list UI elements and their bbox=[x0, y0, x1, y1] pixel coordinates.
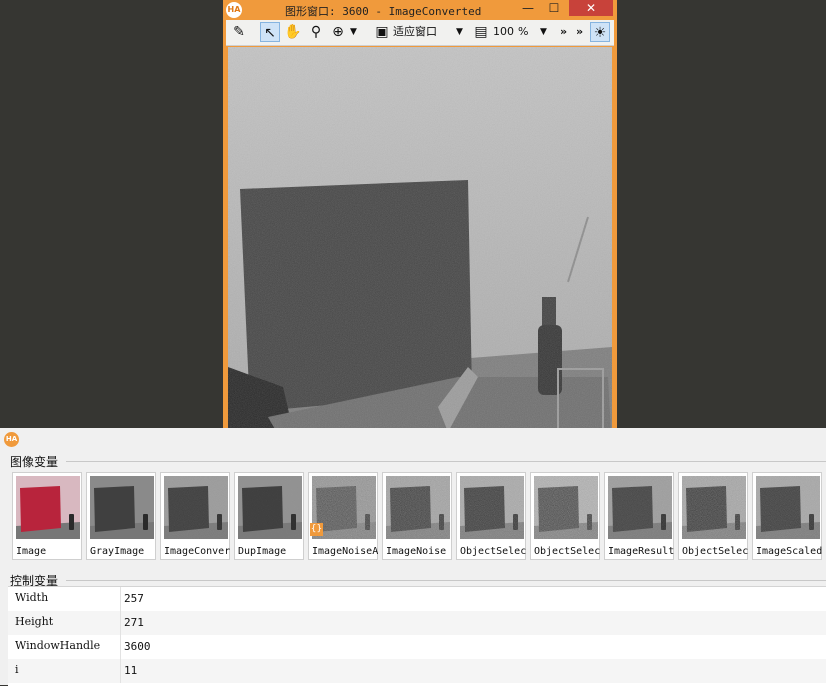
image-variable-thumbnail[interactable]: ObjectSelected bbox=[456, 472, 526, 560]
control-variables-table: Width 257 Height 271 WindowHandle 3600 i 11 bbox=[8, 586, 826, 686]
more-tools-button-2[interactable]: » bbox=[576, 22, 583, 42]
fit-window-label[interactable]: 适应窗口 bbox=[393, 22, 437, 42]
thumbnail-image bbox=[460, 476, 524, 539]
more-tools-button[interactable]: » bbox=[560, 22, 567, 42]
control-variables-divider bbox=[66, 580, 826, 581]
zoom-icon[interactable]: ⚲ bbox=[306, 22, 326, 42]
thumbnail-image bbox=[16, 476, 80, 539]
control-variable-row[interactable]: Height 271 bbox=[8, 611, 826, 635]
lightbulb-icon[interactable]: ☀ bbox=[590, 22, 610, 42]
thumbnail-image bbox=[164, 476, 228, 539]
close-button[interactable]: ✕ bbox=[569, 0, 613, 16]
zoom-percent-icon[interactable]: ▤ bbox=[471, 22, 491, 42]
column-separator bbox=[120, 659, 121, 683]
column-separator bbox=[120, 635, 121, 659]
thumbnail-image bbox=[386, 476, 450, 539]
halcon-logo-icon: HA bbox=[226, 2, 242, 18]
image-variable-thumbnail[interactable]: DupImage bbox=[234, 472, 304, 560]
image-variable-thumbnail[interactable]: ObjectSelected1 bbox=[530, 472, 600, 560]
thumbnail-image bbox=[534, 476, 598, 539]
control-variable-row[interactable]: Width 257 bbox=[8, 587, 826, 611]
image-variable-thumbnail[interactable]: GrayImage bbox=[86, 472, 156, 560]
thumbnail-image bbox=[238, 476, 302, 539]
graphics-window-title: 图形窗口: 3600 - ImageConverted bbox=[285, 5, 482, 18]
column-separator bbox=[120, 587, 121, 611]
image-variables-list: Image GrayImage ImageConverted DupImage {} Im… bbox=[12, 472, 826, 564]
image-variable-name: DupImage bbox=[238, 546, 287, 557]
control-variable-value: 257 bbox=[124, 592, 144, 605]
image-variable-name: ImageScaled bbox=[756, 546, 822, 557]
zoom-plus-icon[interactable]: ⊕ bbox=[328, 22, 348, 42]
control-variable-row[interactable]: i 11 bbox=[8, 659, 826, 683]
fit-dropdown-icon[interactable]: ▼ bbox=[456, 22, 463, 42]
image-variable-thumbnail[interactable]: ObjectSelected2 bbox=[678, 472, 748, 560]
minimize-button[interactable]: — bbox=[515, 0, 541, 16]
halcon-panel-logo-icon: HA bbox=[4, 432, 19, 447]
control-variable-value: 11 bbox=[124, 664, 138, 677]
pan-hand-icon[interactable]: ✋ bbox=[283, 22, 303, 42]
image-variable-name: ObjectSelected bbox=[460, 546, 526, 557]
control-variable-name: Width bbox=[15, 591, 49, 604]
graphics-window-titlebar[interactable]: HA 图形窗口: 3600 - ImageConverted — ☐ ✕ bbox=[223, 0, 617, 20]
image-variables-divider bbox=[66, 461, 826, 462]
image-variable-name: ImageConverted bbox=[164, 546, 230, 557]
zoom-value-dropdown-icon[interactable]: ▼ bbox=[540, 22, 547, 42]
fit-window-icon[interactable]: ▣ bbox=[372, 22, 392, 42]
variables-panel: HA 图像变量 Image GrayImage ImageConverted DupI… bbox=[0, 428, 826, 686]
thumbnail-image bbox=[756, 476, 820, 539]
control-variable-row[interactable]: WindowHandle 3600 bbox=[8, 635, 826, 659]
image-variable-thumbnail[interactable]: ImageScaled bbox=[752, 472, 822, 560]
image-variable-thumbnail[interactable]: ImageConverted bbox=[160, 472, 230, 560]
zoom-value[interactable]: 100 bbox=[493, 22, 514, 42]
image-variable-thumbnail[interactable]: ImageResult bbox=[604, 472, 674, 560]
grayscale-scene-image bbox=[228, 47, 612, 452]
zoom-dropdown-icon[interactable]: ▼ bbox=[350, 22, 357, 42]
thumbnail-image bbox=[90, 476, 154, 539]
graphics-toolbar: ✎ ↖ ✋ ⚲ ⊕ ▼ ▣ 适应窗口 ▼ ▤ 100 % ▼ » » ☀ bbox=[226, 20, 614, 46]
edit-pen-icon[interactable]: ✎ bbox=[229, 22, 249, 42]
image-variable-name: ObjectSelected1 bbox=[534, 546, 600, 557]
graphics-window: HA 图形窗口: 3600 - ImageConverted — ☐ ✕ ✎ ↖… bbox=[223, 0, 617, 456]
zoom-unit: % bbox=[518, 25, 529, 38]
image-variable-name: ImageNoise bbox=[386, 546, 447, 557]
thumbnail-image bbox=[682, 476, 746, 539]
control-variable-name: Height bbox=[15, 615, 54, 628]
image-variable-name: GrayImage bbox=[90, 546, 145, 557]
image-variables-title: 图像变量 bbox=[10, 455, 59, 469]
control-variable-name: WindowHandle bbox=[15, 639, 101, 652]
image-variable-thumbnail[interactable]: Image bbox=[12, 472, 82, 560]
thumbnail-image bbox=[608, 476, 672, 539]
image-display-canvas[interactable] bbox=[228, 47, 612, 452]
control-variable-value: 271 bbox=[124, 616, 144, 629]
image-variable-thumbnail[interactable]: ImageNoise bbox=[382, 472, 452, 560]
image-variable-name: ImageResult bbox=[608, 546, 674, 557]
iconic-tuple-badge-icon: {} bbox=[310, 523, 323, 536]
control-variable-value: 3600 bbox=[124, 640, 151, 653]
control-variable-name: i bbox=[15, 663, 19, 676]
image-variable-name: Image bbox=[16, 546, 47, 557]
image-variable-thumbnail[interactable]: {} ImageNoiseAdded bbox=[308, 472, 378, 560]
image-variable-name: ObjectSelected2 bbox=[682, 546, 748, 557]
image-variable-name: ImageNoiseAdded bbox=[312, 546, 378, 557]
maximize-button[interactable]: ☐ bbox=[541, 0, 567, 16]
pointer-icon[interactable]: ↖ bbox=[260, 22, 280, 42]
column-separator bbox=[120, 611, 121, 635]
